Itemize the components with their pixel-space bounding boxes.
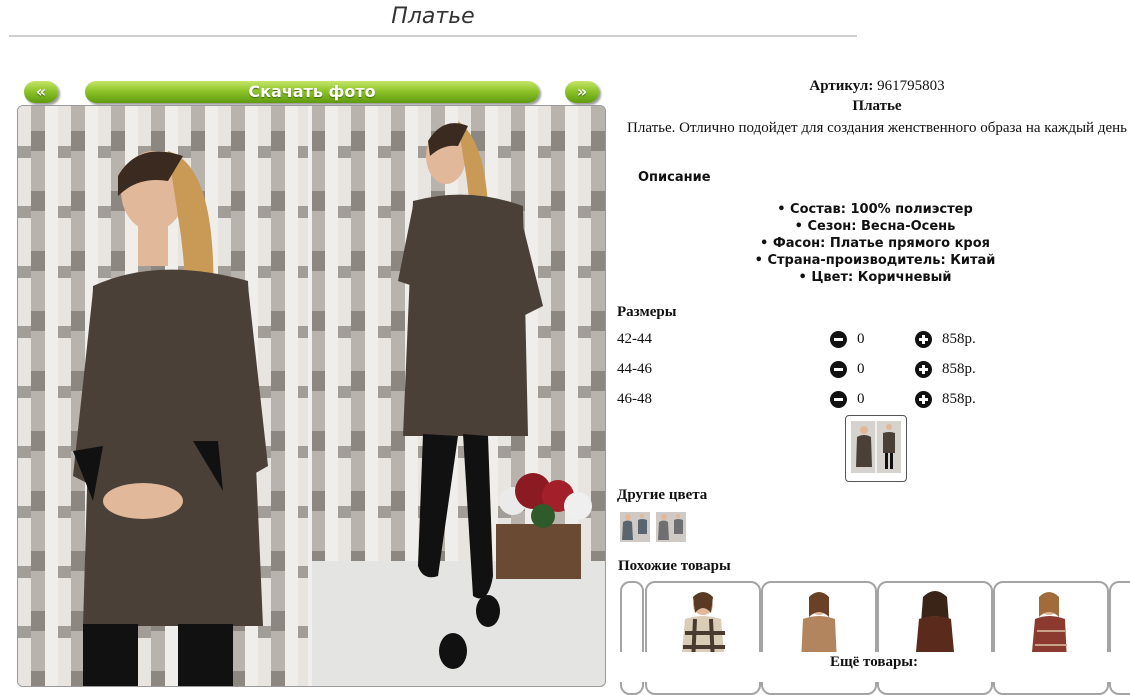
- next-photo-button[interactable]: »: [565, 81, 599, 103]
- article-label: Артикул:: [809, 78, 874, 94]
- size-label: 46-48: [617, 391, 652, 407]
- other-colors-heading: Другие цвета: [617, 487, 708, 503]
- size-quantity: 0: [857, 391, 865, 407]
- more-products-bar: Ещё товары:: [618, 652, 1130, 682]
- page-title: Платье: [391, 4, 475, 29]
- size-row: 46-48 0 858р.: [617, 391, 977, 413]
- color-variant-thumbnail[interactable]: [656, 512, 686, 542]
- article-value: 961795803: [877, 78, 945, 94]
- plus-icon[interactable]: [915, 331, 932, 348]
- size-quantity: 0: [857, 331, 865, 347]
- selected-photo-thumbnail[interactable]: [845, 415, 907, 482]
- previous-photo-button[interactable]: «: [24, 81, 58, 103]
- title-divider: [9, 35, 857, 37]
- size-price: 858р.: [942, 361, 976, 377]
- feature-item: • Фасон: Платье прямого кроя: [760, 236, 990, 251]
- size-quantity: 0: [857, 361, 865, 377]
- feature-list: • Состав: 100% полиэстер • Сезон: Весна-…: [612, 201, 1130, 286]
- color-variant-thumbnail[interactable]: [620, 512, 650, 542]
- product-name: Платье: [852, 98, 902, 114]
- minus-icon[interactable]: [830, 331, 847, 348]
- article-line: Артикул: 961795803: [612, 78, 1130, 95]
- more-products-label: Ещё товары:: [829, 654, 919, 670]
- sizes-heading: Размеры: [617, 304, 677, 320]
- plus-icon[interactable]: [915, 391, 932, 408]
- feature-item: • Состав: 100% полиэстер: [777, 202, 973, 217]
- main-product-photo[interactable]: [17, 105, 606, 687]
- download-photo-button[interactable]: Скачать фото: [85, 81, 539, 103]
- feature-item: • Страна-производитель: Китай: [754, 253, 996, 268]
- size-price: 858р.: [942, 331, 976, 347]
- minus-icon[interactable]: [830, 391, 847, 408]
- size-row: 42-44 0 858р.: [617, 331, 977, 353]
- size-label: 42-44: [617, 331, 652, 347]
- similar-products-heading: Похожие товары: [618, 558, 731, 574]
- description-heading: Описание: [638, 170, 711, 185]
- size-label: 44-46: [617, 361, 652, 377]
- minus-icon[interactable]: [830, 361, 847, 378]
- feature-item: • Сезон: Весна-Осень: [794, 219, 956, 234]
- plus-icon[interactable]: [915, 361, 932, 378]
- size-row: 44-46 0 858р.: [617, 361, 977, 383]
- size-price: 858р.: [942, 391, 976, 407]
- feature-item: • Цвет: Коричневый: [798, 270, 952, 285]
- product-description: Платье. Отлично подойдет для создания же…: [627, 120, 1127, 136]
